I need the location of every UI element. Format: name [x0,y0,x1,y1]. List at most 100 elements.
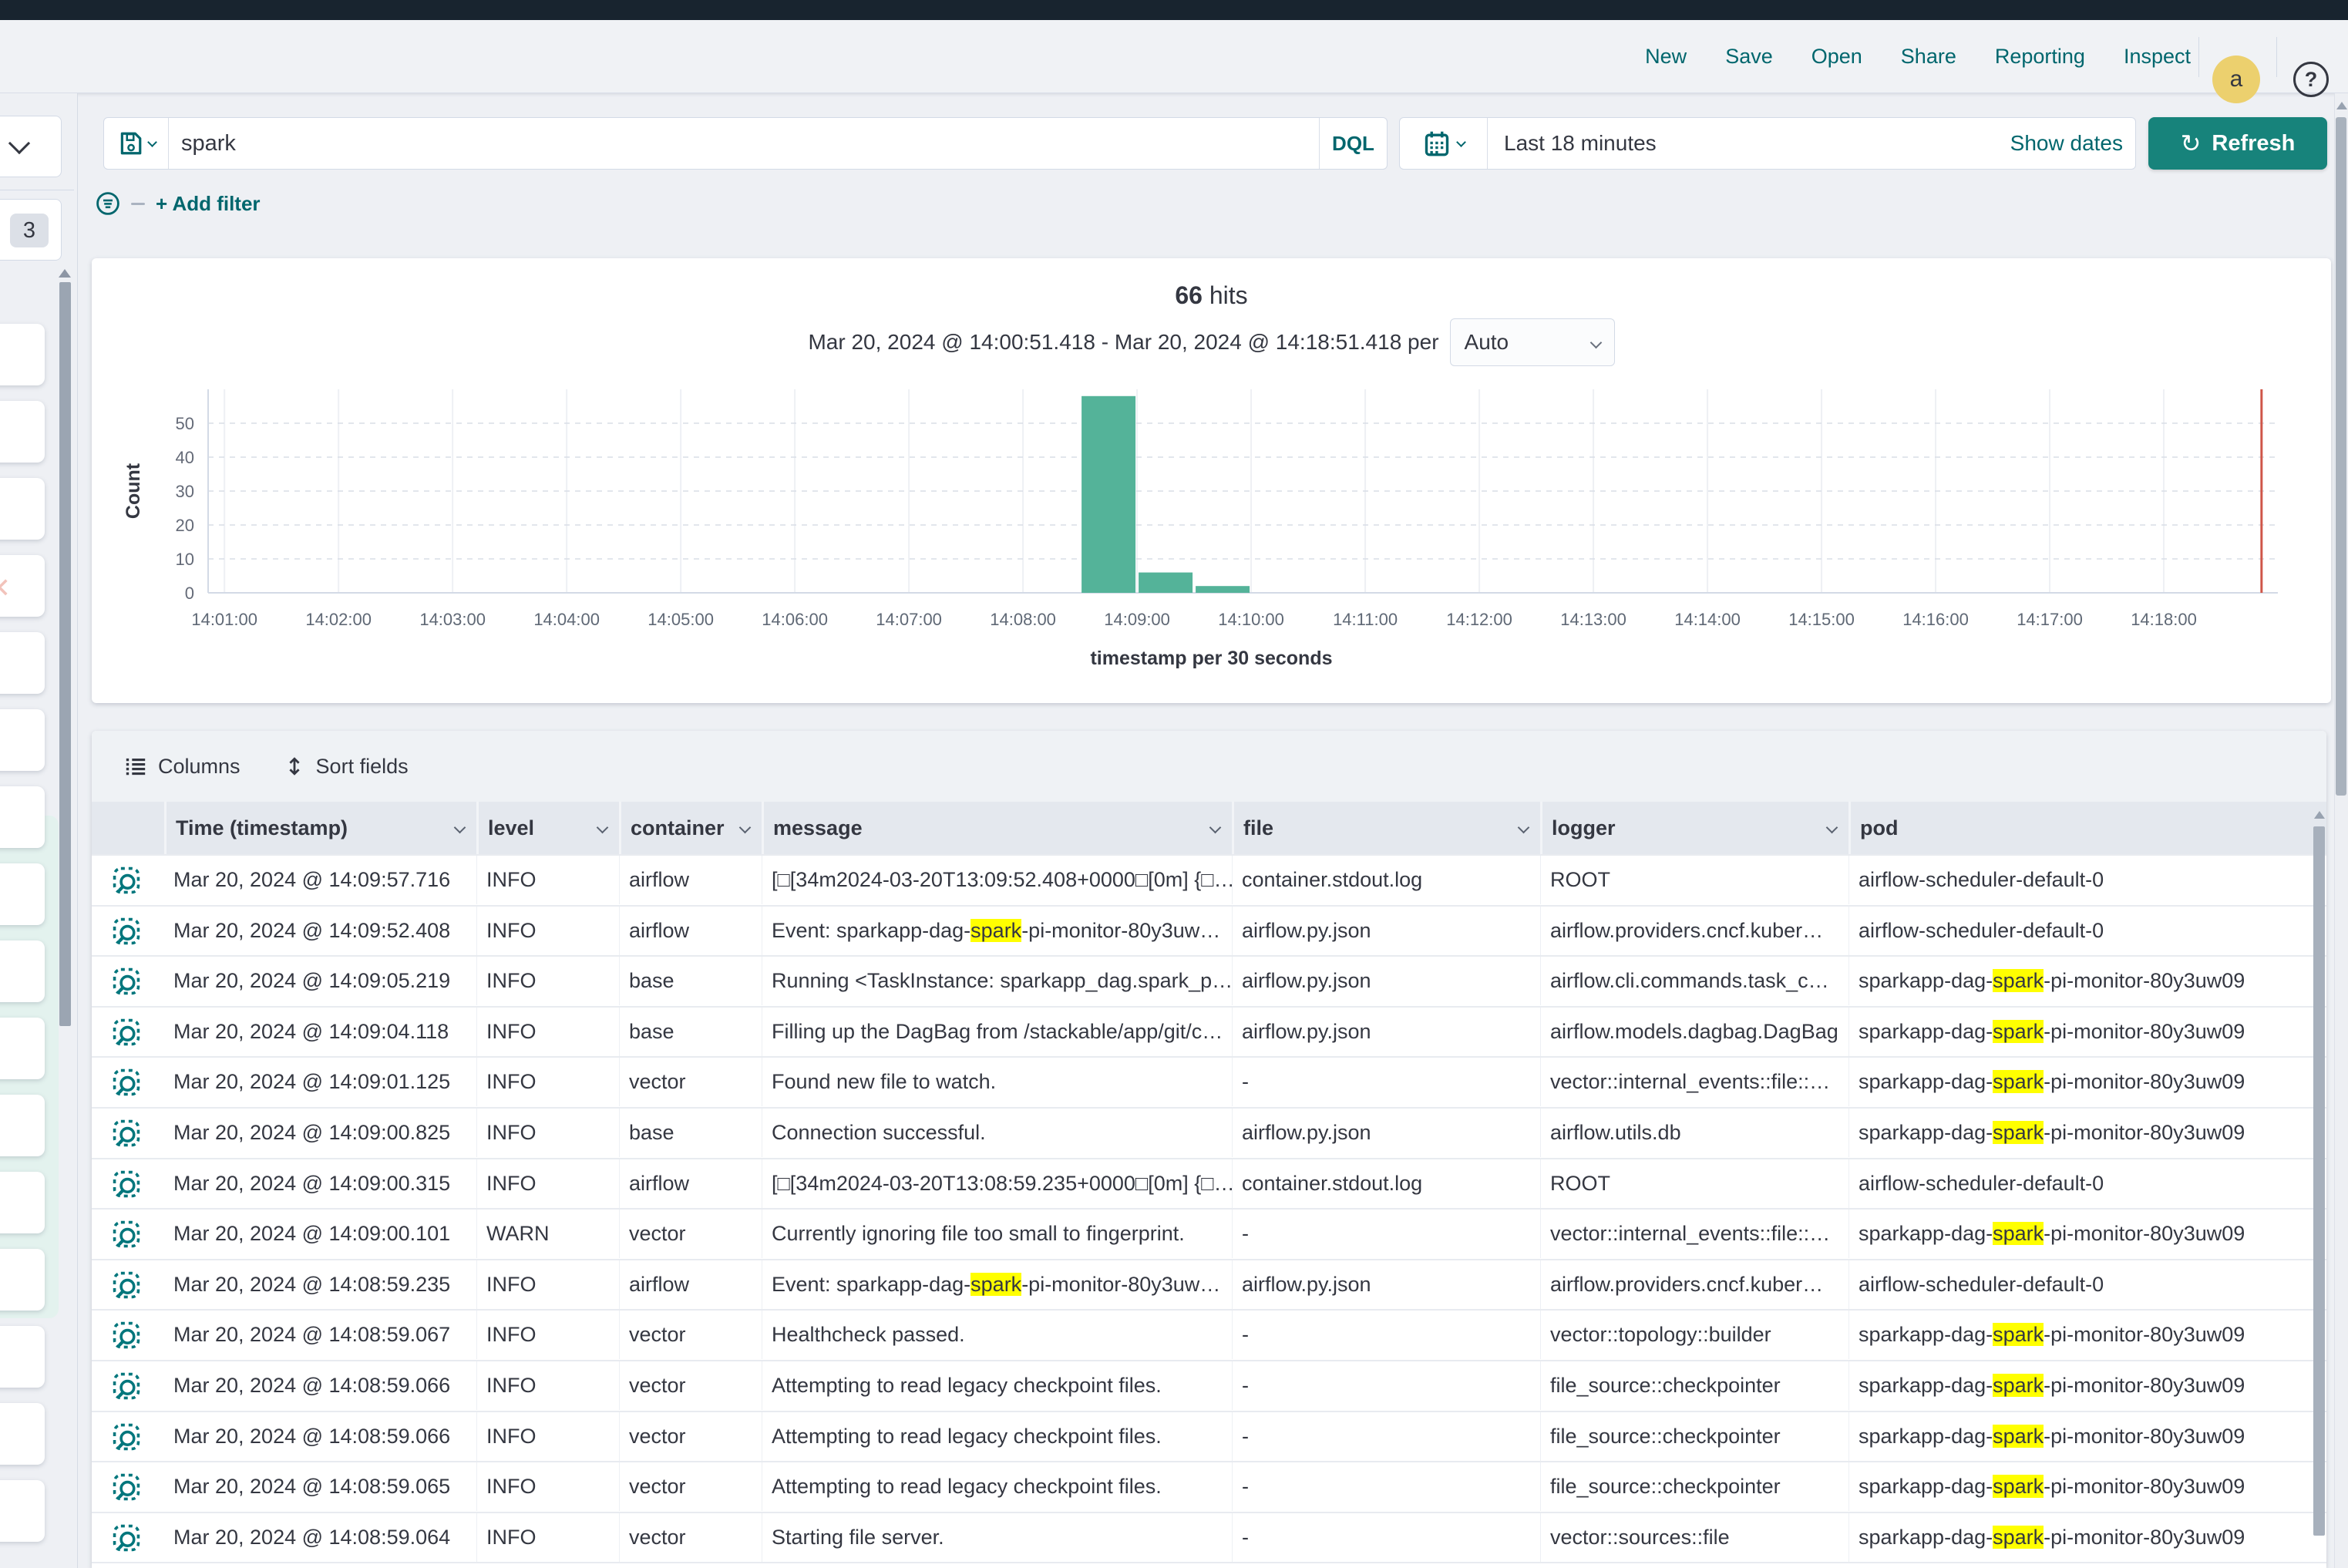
cell-file: - [1232,1462,1540,1511]
svg-text:14:12:00: 14:12:00 [1446,610,1512,629]
page-scrollbar-thumb[interactable] [2336,117,2346,796]
expand-document-button[interactable] [112,1169,141,1199]
cell-file: airflow.py.json [1232,1260,1540,1309]
text-segment: Healthcheck passed. [772,1323,965,1346]
sidebar-scrollbar-thumb[interactable] [59,282,71,1026]
field-card[interactable] [0,1480,45,1542]
cell-file: airflow.py.json [1232,957,1540,1005]
column-header-file[interactable]: file [1232,802,1540,854]
column-header-pod[interactable]: pod [1848,802,2311,854]
columns-label: Columns [158,755,241,779]
field-card[interactable] [0,786,45,848]
cell-container: vector [619,1361,762,1410]
column-header-message[interactable]: message [762,802,1232,854]
nav-link-inspect[interactable]: Inspect [2124,45,2191,69]
date-quick-select-button[interactable] [1400,118,1488,169]
time-range-value[interactable]: Last 18 minutes [1504,118,1657,169]
sidebar-scroll-up-arrow[interactable] [59,269,71,278]
sort-up-down-icon [284,755,305,777]
expand-document-button[interactable] [112,967,141,996]
expand-document-button[interactable] [112,1119,141,1148]
expand-document-button[interactable] [112,1220,141,1249]
field-card[interactable] [0,863,45,925]
histogram-bar[interactable] [1196,586,1250,593]
expand-document-button[interactable] [112,1018,141,1047]
field-card[interactable] [0,632,45,694]
text-segment: sparkapp-dag- [1859,969,1993,992]
field-card[interactable] [0,401,45,463]
field-card[interactable] [0,324,45,385]
expand-document-button[interactable] [112,1321,141,1350]
sort-fields-button[interactable]: Sort fields [284,755,409,779]
show-dates-link[interactable]: Show dates [2010,118,2123,169]
x-remove-icon[interactable]: ✕ [0,572,11,604]
expand-document-button[interactable] [112,1270,141,1300]
cell-logger: ROOT [1540,856,1848,904]
cell-logger: airflow.utils.db [1540,1109,1848,1157]
field-card[interactable] [0,1018,45,1079]
nav-link-reporting[interactable]: Reporting [1995,45,2085,69]
nav-link-save[interactable]: Save [1725,45,1773,69]
svg-text:30: 30 [176,482,194,501]
nav-link-new[interactable]: New [1645,45,1687,69]
expand-document-button[interactable] [112,1371,141,1401]
inspect-document-icon [112,917,141,946]
cell-file: airflow.py.json [1232,907,1540,955]
field-card[interactable] [0,1403,45,1465]
svg-text:20: 20 [176,516,194,535]
expand-document-button[interactable] [112,1472,141,1502]
inspect-document-icon [112,1422,141,1452]
cell-file: - [1232,1058,1540,1106]
selected-fields-box[interactable]: 3 [0,199,62,261]
text-segment: airflow-scheduler-default-0 [1859,868,2104,891]
column-header-time[interactable]: Time (timestamp) [164,802,476,854]
column-header-level[interactable]: level [476,802,619,854]
cell-message: Attempting to read legacy checkpoint fil… [762,1462,1232,1511]
filter-bar: + Add filter [96,185,558,222]
query-language-button[interactable]: DQL [1319,118,1387,169]
column-header-container[interactable]: container [619,802,762,854]
expand-document-button[interactable] [112,866,141,895]
column-header-logger[interactable]: logger [1540,802,1848,854]
field-card[interactable] [0,1249,45,1311]
add-filter-link[interactable]: + Add filter [156,192,261,216]
field-card[interactable] [0,940,45,1002]
expand-document-button[interactable] [112,917,141,946]
cell-container: airflow [619,1260,762,1309]
expand-document-button[interactable] [112,1422,141,1452]
table-scrollbar-thumb[interactable] [2313,826,2325,1536]
histogram-bar[interactable] [1139,573,1193,593]
page-scroll-up-arrow[interactable] [2336,102,2347,109]
floppy-disk-icon [117,130,143,156]
user-avatar[interactable]: a [2212,56,2260,103]
cell-time: Mar 20, 2024 @ 14:09:52.408 [164,907,476,955]
cell-file: - [1232,1361,1540,1410]
nav-link-share[interactable]: Share [1901,45,1956,69]
saved-queries-button[interactable] [104,118,169,169]
query-bar: DQL [103,117,1388,170]
filter-circle-icon[interactable] [96,191,120,216]
cell-level: INFO [476,1058,619,1106]
columns-button[interactable]: Columns [124,755,241,779]
cell-logger: file_source::checkpointer [1540,1361,1848,1410]
highlighted-term: spark [970,1273,1021,1296]
search-query-input[interactable] [181,118,1322,169]
nav-link-open[interactable]: Open [1811,45,1862,69]
field-card[interactable] [0,478,45,540]
field-card[interactable]: ✕ [0,555,45,617]
expand-document-button[interactable] [112,1523,141,1553]
field-card[interactable] [0,1095,45,1156]
help-icon[interactable]: ? [2293,62,2329,97]
expand-document-button[interactable] [112,1068,141,1097]
top-nav-links: New Save Open Share Reporting Inspect [1645,20,2191,93]
selected-fields-count-badge: 3 [10,214,49,247]
text-segment: -pi-monitor-80y3uw09 [2044,1425,2245,1448]
svg-text:14:01:00: 14:01:00 [191,610,257,629]
field-card[interactable] [0,1172,45,1233]
field-card[interactable] [0,1326,45,1388]
field-card[interactable] [0,709,45,771]
histogram-bar[interactable] [1081,396,1135,593]
refresh-button[interactable]: ↻ Refresh [2148,117,2327,170]
table-scroll-up-arrow[interactable] [2314,811,2325,819]
sidebar-collapse-button[interactable] [0,116,62,177]
